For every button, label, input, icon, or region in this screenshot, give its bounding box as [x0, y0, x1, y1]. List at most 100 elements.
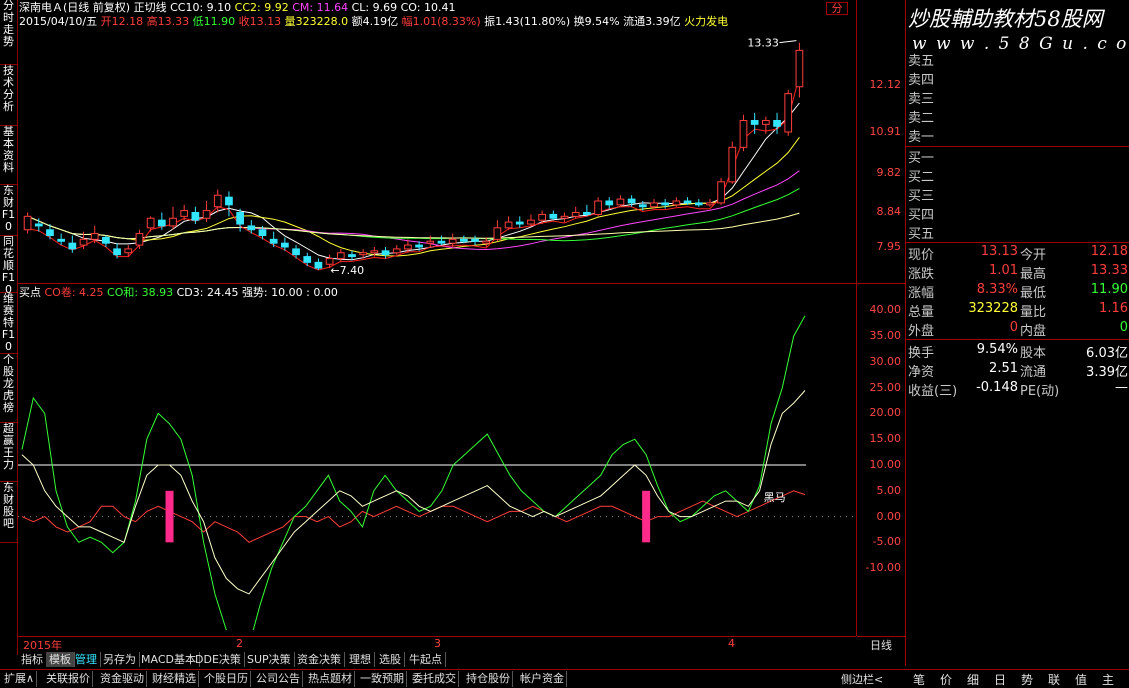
- candle-body: [359, 252, 368, 256]
- candle-body: [314, 261, 323, 269]
- quote-label: 涨幅: [908, 286, 935, 301]
- period-label[interactable]: 日线: [857, 636, 905, 652]
- tab-eastmoney-forum[interactable]: 东财股吧: [0, 482, 17, 543]
- quote-value: 13.13: [980, 244, 1018, 259]
- panel-tab[interactable]: 笔: [913, 671, 925, 688]
- toolbar-tab[interactable]: SUP决策: [244, 652, 295, 667]
- tab-weisaite-f10[interactable]: 维赛特F10: [0, 293, 17, 354]
- sub-header: 买点 CO卷: 4.25 CO和: 38.93 CD3: 24.45 强势: 1…: [19, 286, 338, 300]
- chart-area[interactable]: 深南电Ａ(日线 前复权) 正切线 CC10: 9.10 CC2: 9.92 CM…: [18, 0, 856, 652]
- book-divider: [906, 146, 1129, 147]
- toolbar-tab[interactable]: 牛起点: [406, 652, 446, 667]
- quote-label: 流通: [1020, 365, 1047, 380]
- co-value: CO: 10.41: [400, 1, 456, 14]
- cd3-value: CD3: 24.45: [176, 286, 239, 299]
- function-tab[interactable]: 帐户资金: [518, 671, 567, 687]
- candle-body: [169, 217, 177, 227]
- quote-label: 净资: [908, 365, 935, 380]
- quote-panel: 卖五 卖四 卖三 卖二 卖一 买一 买二 买三 买四 买五 现价 13.13 今开 12.18 涨跌 1.…: [905, 0, 1129, 666]
- buy-level-4: 买四: [908, 208, 935, 223]
- panel-tab[interactable]: 日: [994, 671, 1006, 688]
- toolbar-tab[interactable]: 另存为: [100, 652, 140, 667]
- candle-body: [79, 238, 88, 246]
- candle-body: [784, 93, 793, 133]
- candle-body: [538, 213, 546, 221]
- function-tab[interactable]: 持仓股份: [464, 671, 513, 687]
- minute-toggle-button[interactable]: 分: [826, 2, 848, 15]
- quote-value: -0.148: [976, 380, 1018, 395]
- toolbar-tab[interactable]: DDE决策: [192, 652, 245, 667]
- candle-body: [46, 229, 54, 236]
- sector-value: 火力发电: [684, 15, 729, 28]
- tab-eastmoney-f10[interactable]: 东财F10: [0, 185, 17, 236]
- toolbar-tab[interactable]: 指标: [18, 652, 47, 667]
- amount-value: 额4.19亿: [351, 15, 399, 28]
- turnover-value: 换9.54%: [573, 15, 620, 28]
- function-tab[interactable]: 资金驱动: [98, 671, 147, 687]
- candle-body: [102, 236, 110, 244]
- candle-body: [191, 212, 200, 221]
- panel-tab[interactable]: 值: [1075, 671, 1087, 688]
- candle-body: [180, 210, 189, 217]
- sidebar-toggle[interactable]: 侧边栏<: [841, 671, 883, 687]
- buy-signal-bar: [165, 490, 174, 543]
- osc-tick: 35.00: [869, 329, 902, 343]
- quote-label: 今开: [1020, 248, 1047, 263]
- x-tick-year: 2015年: [23, 639, 62, 652]
- tab-ths-f10[interactable]: 同花顺F10: [0, 236, 17, 296]
- toolbar-tab[interactable]: 模板: [46, 652, 75, 667]
- function-tab[interactable]: 委托成交: [410, 671, 459, 687]
- function-tab[interactable]: 财经精选: [150, 671, 199, 687]
- quote-value: 1.16: [1099, 301, 1128, 316]
- low-annotation: ←7.40: [330, 264, 364, 277]
- cc10-value: CC10: 9.10: [170, 1, 232, 14]
- quote-value: 323228: [968, 301, 1018, 316]
- toolbar-tab[interactable]: 管理: [72, 652, 101, 667]
- candle-body: [560, 215, 569, 219]
- tab-fundamentals[interactable]: 基本资料: [0, 126, 17, 185]
- pane-divider: [18, 283, 856, 284]
- function-tab[interactable]: 关联报价: [44, 671, 93, 687]
- series-CO和: [21, 315, 806, 630]
- function-tab[interactable]: 一致预期: [358, 671, 407, 687]
- toolbar-tab[interactable]: 理想: [346, 652, 375, 667]
- panel-tab[interactable]: 价: [940, 671, 952, 688]
- high-value: 高13.33: [146, 15, 190, 28]
- toolbar-tab[interactable]: 选股: [376, 652, 405, 667]
- quote-row: 总量 323228 量比 1.16: [906, 300, 1129, 320]
- function-tab[interactable]: 热点题材: [306, 671, 355, 687]
- candle-body: [392, 248, 401, 254]
- candle-body: [627, 198, 636, 204]
- function-tabs: 扩展∧ 关联报价 资金驱动 财经精选 个股日历 公司公告 热点题材 一致预期 委托成交 持仓股份帐…: [0, 669, 905, 688]
- header-line-2: 2015/04/10/五 开12.18 高13.33 低11.90 收13.13…: [19, 15, 728, 29]
- toolbar-tab[interactable]: MACD基本: [138, 652, 200, 667]
- float-value: 流通3.39亿: [623, 15, 681, 28]
- panel-tab[interactable]: 联: [1048, 671, 1060, 688]
- tab-super-win[interactable]: 超赢王力: [0, 423, 17, 482]
- candle-body: [739, 120, 748, 148]
- osc-tick: -5.00: [872, 535, 901, 549]
- candle-body: [124, 248, 133, 254]
- function-tab[interactable]: 扩展∧: [2, 671, 38, 687]
- amplitude-value: 振1.43(11.80%): [484, 15, 571, 28]
- quote-divider: [906, 339, 1129, 340]
- co-drop-value: CO卷: 4.25: [44, 286, 104, 299]
- panel-tab[interactable]: 细: [967, 671, 979, 688]
- date-value: 2015/04/10/五: [19, 15, 98, 28]
- tab-intraday[interactable]: 分时走势: [0, 0, 17, 65]
- quote-value: 2.51: [989, 361, 1018, 376]
- tab-dragon-tiger[interactable]: 个股龙虎榜: [0, 354, 17, 423]
- candle-body: [594, 200, 602, 215]
- change-value: 幅1.01(8.33%): [401, 15, 481, 28]
- function-tab[interactable]: 个股日历: [202, 671, 251, 687]
- axis-divider: [857, 283, 905, 284]
- function-tab[interactable]: 公司公告: [254, 671, 303, 687]
- toolbar-tab[interactable]: 资金决策: [294, 652, 345, 667]
- osc-tick: 15.00: [869, 432, 902, 446]
- buy-signal-bar: [642, 490, 651, 543]
- quote-value: 3.39亿: [1086, 365, 1128, 380]
- tab-technical[interactable]: 技术分析: [0, 65, 17, 126]
- quote-value: 0: [1119, 320, 1128, 335]
- panel-tab[interactable]: 主: [1102, 671, 1114, 688]
- panel-tab[interactable]: 势: [1021, 671, 1033, 688]
